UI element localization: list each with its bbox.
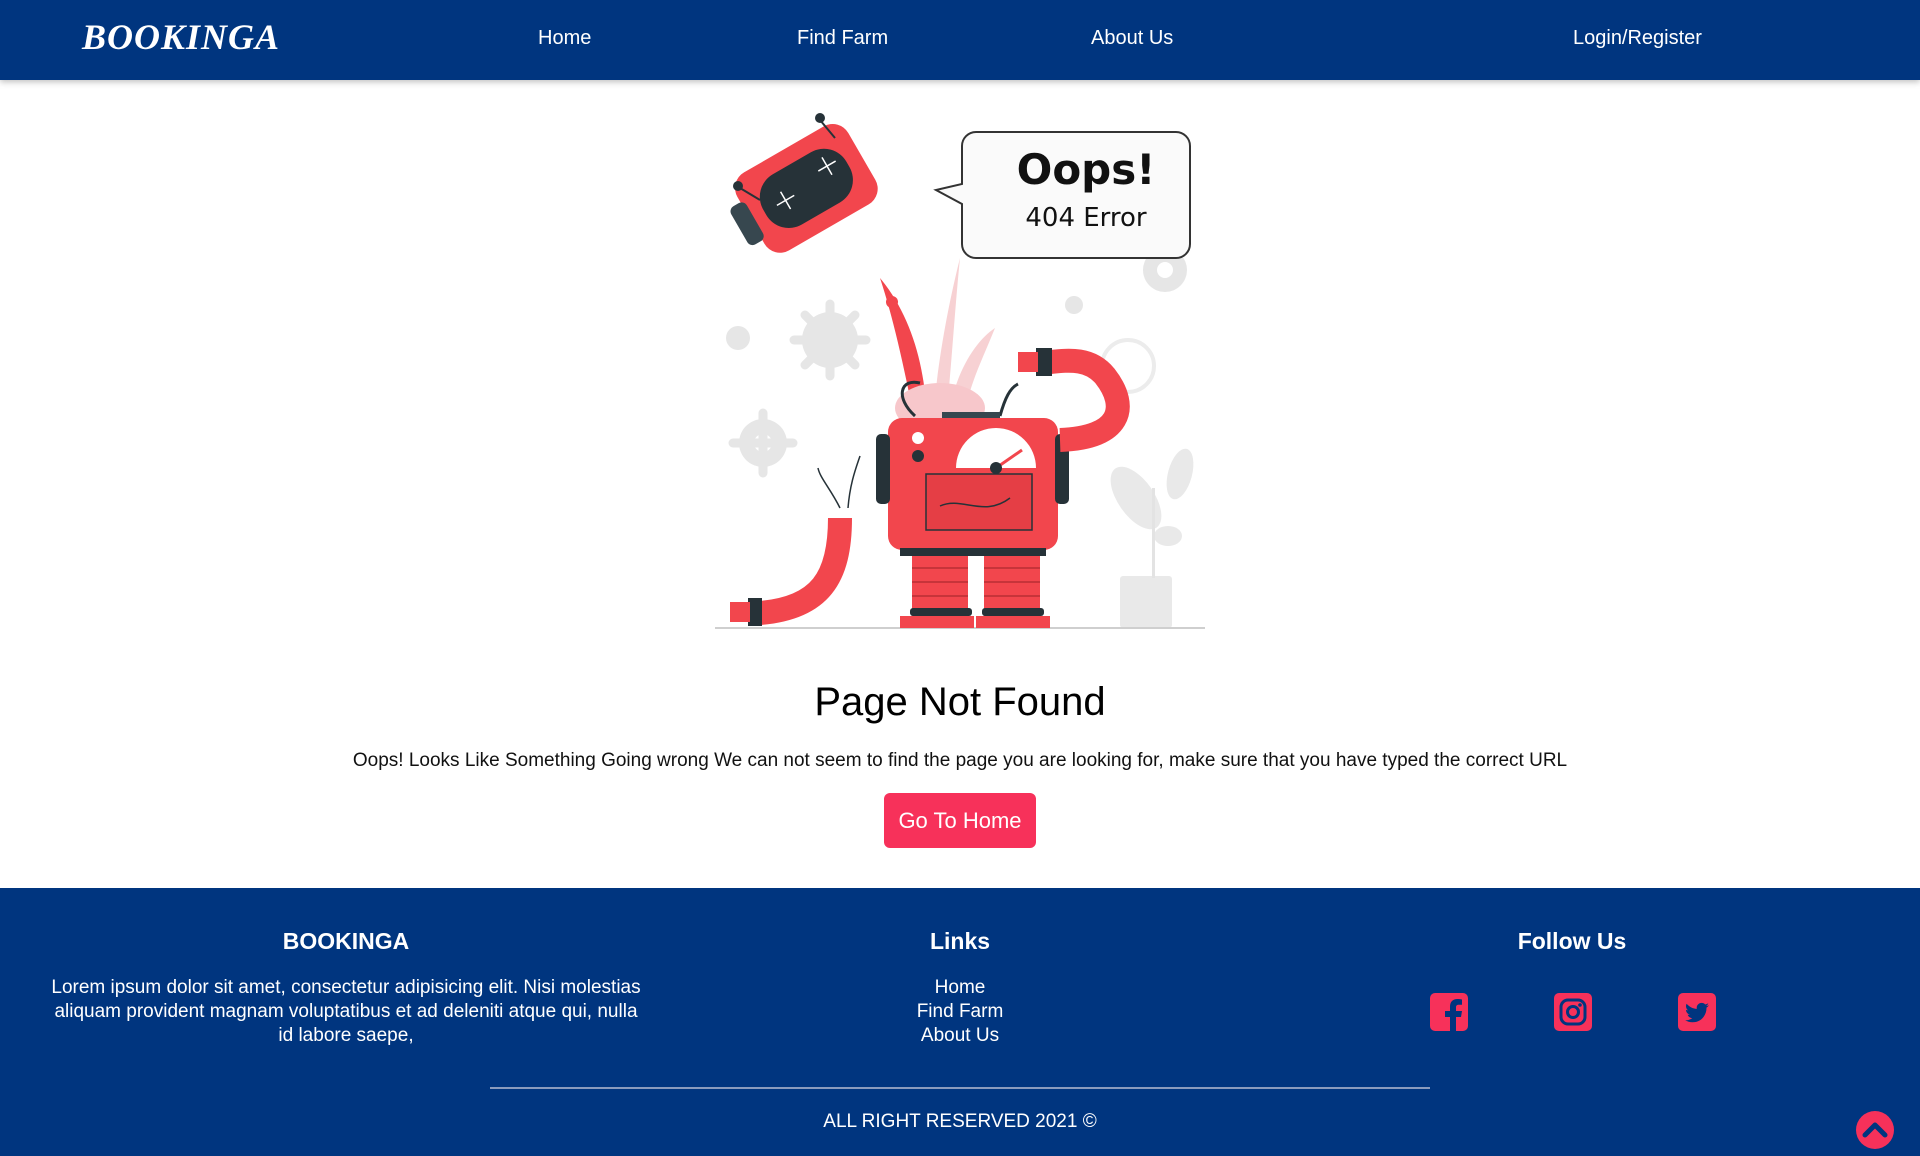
navbar: BOOKINGA Home Find Farm About Us Login/R… xyxy=(0,0,1920,80)
facebook-icon[interactable] xyxy=(1430,993,1468,1031)
instagram-icon[interactable] xyxy=(1554,993,1592,1031)
nav-link-home[interactable]: Home xyxy=(538,27,591,50)
nav-link-about-us[interactable]: About Us xyxy=(1091,27,1173,50)
nav-link-find-farm[interactable]: Find Farm xyxy=(797,27,888,50)
go-to-home-button[interactable]: Go To Home xyxy=(884,793,1036,848)
nav-link-login-register[interactable]: Login/Register xyxy=(1573,27,1702,50)
footer: BOOKINGA Lorem ipsum dolor sit amet, con… xyxy=(0,888,1920,1156)
copyright-text: ALL RIGHT RESERVED 2021 © xyxy=(823,1111,1097,1132)
footer-divider xyxy=(490,1087,1430,1089)
page-title: Page Not Found xyxy=(814,680,1106,724)
footer-follow-title: Follow Us xyxy=(1517,928,1627,954)
footer-link-about-us[interactable]: About Us xyxy=(660,1024,1260,1048)
twitter-icon[interactable] xyxy=(1678,993,1716,1031)
footer-links-title: Links xyxy=(929,928,991,954)
scroll-to-top-button[interactable] xyxy=(1855,1110,1895,1150)
footer-brand-description: Lorem ipsum dolor sit amet, consectetur … xyxy=(51,977,641,1046)
error-message: Oops! Looks Like Something Going wrong W… xyxy=(352,750,1568,771)
chevron-up-icon xyxy=(1856,1111,1894,1149)
brand-logo[interactable]: BOOKINGA xyxy=(82,16,280,58)
bubble-title: Oops! xyxy=(1017,145,1156,194)
footer-links-list: Home Find Farm About Us xyxy=(660,976,1260,1048)
footer-brand-title: BOOKINGA xyxy=(282,928,410,954)
footer-link-find-farm[interactable]: Find Farm xyxy=(660,1000,1260,1024)
bubble-subtitle: 404 Error xyxy=(1025,203,1147,233)
footer-link-home[interactable]: Home xyxy=(660,976,1260,1000)
broken-robot-illustration: Oops! 404 Error xyxy=(700,108,1220,640)
